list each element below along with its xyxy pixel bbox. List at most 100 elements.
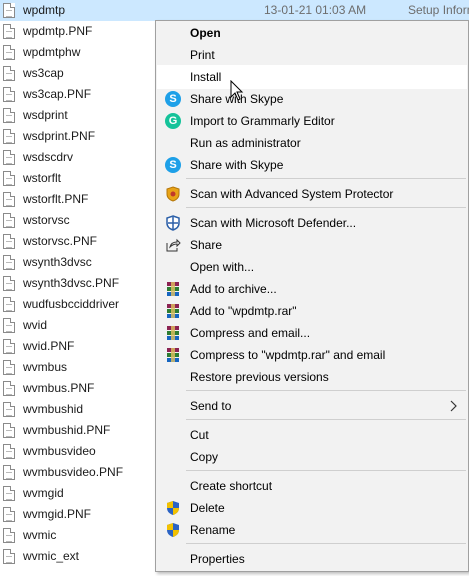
- file-icon: [3, 171, 15, 186]
- defender-shield-icon: [165, 215, 181, 231]
- file-name: wvmbus.PNF: [23, 381, 95, 395]
- menu-run-admin[interactable]: Run as administrator: [158, 132, 466, 154]
- file-date: 13-01-21 01:03 AM: [264, 3, 367, 17]
- menu-compress-email[interactable]: Compress and email...: [158, 322, 466, 344]
- menu-add-rar-label: Add to "wpdmtp.rar": [190, 304, 297, 318]
- file-icon: [3, 318, 15, 333]
- file-icon: [3, 402, 15, 417]
- menu-rename-label: Rename: [190, 523, 236, 537]
- file-icon: [3, 150, 15, 165]
- file-name: ws3cap: [23, 66, 64, 80]
- menu-run-admin-label: Run as administrator: [190, 136, 301, 150]
- winrar-icon: [165, 325, 181, 341]
- skype-icon: S: [165, 157, 181, 173]
- file-icon: [3, 255, 15, 270]
- menu-cut[interactable]: Cut: [158, 424, 466, 446]
- winrar-icon: [165, 281, 181, 297]
- winrar-icon: [165, 303, 181, 319]
- file-name: wvmbusvideo.PNF: [23, 465, 124, 479]
- file-icon: [3, 45, 15, 60]
- grammarly-icon: G: [165, 113, 181, 129]
- menu-print[interactable]: Print: [158, 44, 466, 66]
- menu-separator: [186, 207, 466, 208]
- file-name: wsynth3dvsc: [23, 255, 92, 269]
- menu-open[interactable]: Open: [158, 22, 466, 44]
- menu-open-with-label: Open with...: [190, 260, 255, 274]
- menu-add-archive-label: Add to archive...: [190, 282, 277, 296]
- menu-share-skype-1[interactable]: S Share with Skype: [158, 88, 466, 110]
- file-icon: [3, 423, 15, 438]
- menu-separator: [186, 178, 466, 179]
- file-icon: [3, 3, 15, 18]
- menu-add-archive[interactable]: Add to archive...: [158, 278, 466, 300]
- file-name: wvmbushid: [23, 402, 84, 416]
- menu-open-label: Open: [190, 26, 221, 40]
- menu-share-label: Share: [190, 238, 223, 252]
- menu-send-to[interactable]: Send to: [158, 395, 466, 417]
- file-icon: [3, 507, 15, 522]
- file-name: wvid: [23, 318, 48, 332]
- uac-shield-icon: [165, 522, 181, 538]
- file-icon: [3, 360, 15, 375]
- file-name: wstorflt: [23, 171, 62, 185]
- menu-rename[interactable]: Rename: [158, 519, 466, 541]
- menu-defender[interactable]: Scan with Microsoft Defender...: [158, 212, 466, 234]
- file-icon: [3, 486, 15, 501]
- menu-cut-label: Cut: [190, 428, 209, 442]
- share-icon: [165, 237, 181, 253]
- file-name: wsynth3dvsc.PNF: [23, 276, 120, 290]
- menu-share-skype-2-label: Share with Skype: [190, 158, 284, 172]
- file-name: ws3cap.PNF: [23, 87, 92, 101]
- file-icon: [3, 234, 15, 249]
- file-icon: [3, 549, 15, 564]
- menu-add-rar[interactable]: Add to "wpdmtp.rar": [158, 300, 466, 322]
- menu-install-label: Install: [190, 70, 222, 84]
- chevron-right-icon: [450, 400, 458, 412]
- file-type: Setup Inform: [408, 3, 469, 17]
- file-name: wvmbus: [23, 360, 68, 374]
- context-menu: Open Print Install S Share with Skype G …: [155, 20, 469, 572]
- mouse-cursor-icon: [230, 80, 244, 101]
- file-name: wvmgid: [23, 486, 64, 500]
- menu-grammarly[interactable]: G Import to Grammarly Editor: [158, 110, 466, 132]
- file-icon: [3, 339, 15, 354]
- shield-bug-icon: [165, 186, 181, 202]
- file-icon: [3, 213, 15, 228]
- menu-delete[interactable]: Delete: [158, 497, 466, 519]
- file-name: wvmic: [23, 528, 57, 542]
- file-name: wstorvsc.PNF: [23, 234, 98, 248]
- file-name: wstorvsc: [23, 213, 70, 227]
- file-row[interactable]: wpdmtp 13-01-21 01:03 AM Setup Inform: [0, 0, 469, 21]
- menu-compress-rar-email[interactable]: Compress to "wpdmtp.rar" and email: [158, 344, 466, 366]
- menu-copy[interactable]: Copy: [158, 446, 466, 468]
- menu-create-shortcut[interactable]: Create shortcut: [158, 475, 466, 497]
- menu-open-with[interactable]: Open with...: [158, 256, 466, 278]
- menu-restore-label: Restore previous versions: [190, 370, 329, 384]
- menu-restore[interactable]: Restore previous versions: [158, 366, 466, 388]
- menu-compress-rar-email-label: Compress to "wpdmtp.rar" and email: [190, 348, 386, 362]
- file-icon: [3, 24, 15, 39]
- menu-share[interactable]: Share: [158, 234, 466, 256]
- file-icon: [3, 129, 15, 144]
- menu-separator: [186, 390, 466, 391]
- winrar-icon: [165, 347, 181, 363]
- file-name: wsdscdrv: [23, 150, 74, 164]
- file-name: wvmgid.PNF: [23, 507, 92, 521]
- file-icon: [3, 444, 15, 459]
- menu-defender-label: Scan with Microsoft Defender...: [190, 216, 357, 230]
- menu-send-to-label: Send to: [190, 399, 232, 413]
- menu-delete-label: Delete: [190, 501, 225, 515]
- file-name: wpdmtp.PNF: [23, 24, 93, 38]
- menu-create-shortcut-label: Create shortcut: [190, 479, 273, 493]
- menu-advanced-protector-label: Scan with Advanced System Protector: [190, 187, 394, 201]
- file-icon: [3, 108, 15, 123]
- file-name: wstorflt.PNF: [23, 192, 89, 206]
- file-name: wpdmtphw: [23, 45, 81, 59]
- menu-share-skype-2[interactable]: S Share with Skype: [158, 154, 466, 176]
- menu-separator: [186, 470, 466, 471]
- menu-install[interactable]: Install: [157, 65, 467, 89]
- menu-advanced-protector[interactable]: Scan with Advanced System Protector: [158, 183, 466, 205]
- file-name: wvmbusvideo: [23, 444, 96, 458]
- file-icon: [3, 192, 15, 207]
- menu-properties[interactable]: Properties: [158, 548, 466, 570]
